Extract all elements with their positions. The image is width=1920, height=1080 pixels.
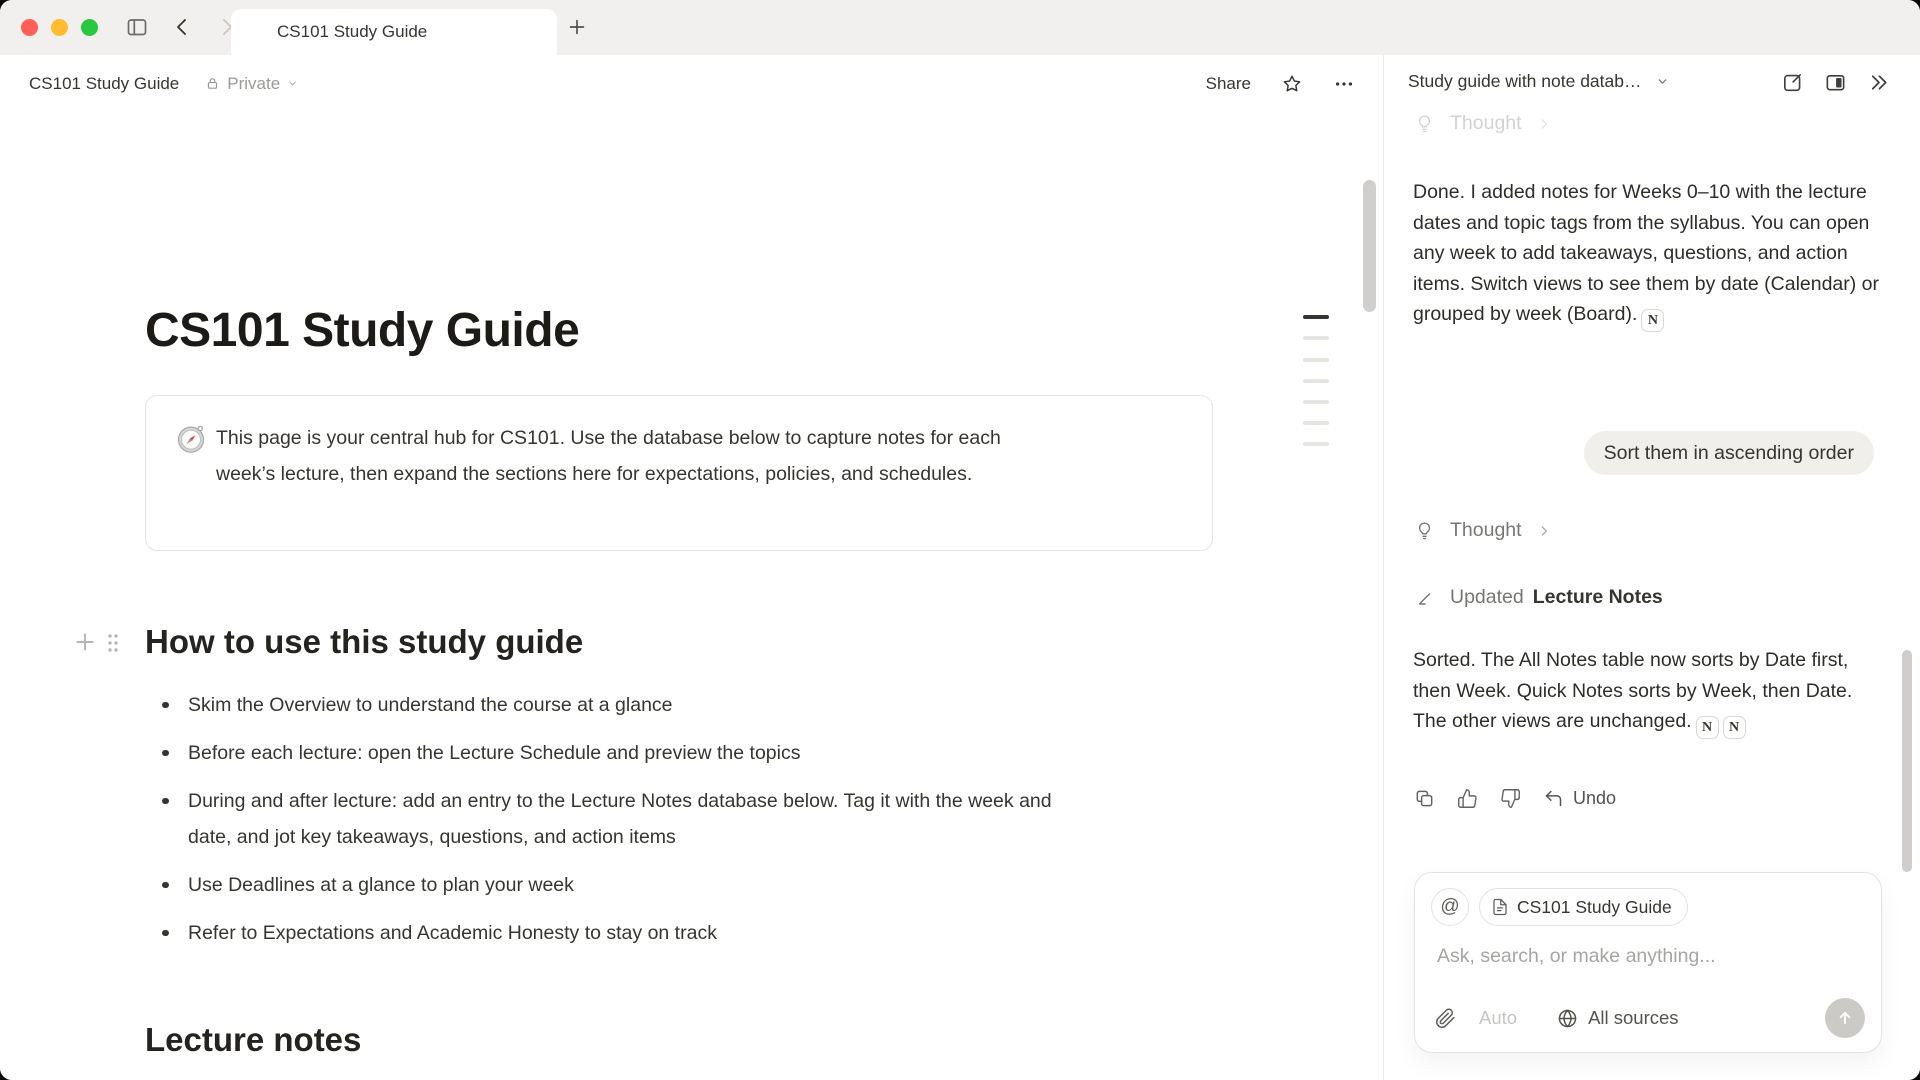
- sources-selector[interactable]: All sources: [1557, 1007, 1678, 1029]
- arrow-up-icon: [1835, 1008, 1855, 1028]
- list-item: Skim the Overview to understand the cour…: [160, 687, 1060, 723]
- thumbs-up-icon[interactable]: [1457, 788, 1478, 809]
- list-item: Refer to Expectations and Academic Hones…: [160, 915, 1060, 951]
- thought-label: Thought: [1450, 112, 1522, 135]
- outline-dash[interactable]: [1303, 400, 1329, 404]
- tab-title: CS101 Study Guide: [277, 22, 427, 42]
- thought-row[interactable]: Thought: [1414, 112, 1551, 135]
- assistant-message: Sorted. The All Notes table now sorts by…: [1413, 645, 1887, 739]
- section-heading-lecture-notes: Lecture notes: [145, 1018, 361, 1062]
- compass-icon[interactable]: [176, 424, 206, 454]
- send-button[interactable]: [1825, 998, 1865, 1038]
- callout-block: This page is your central hub for CS101.…: [145, 395, 1213, 551]
- copy-icon[interactable]: [1414, 788, 1435, 809]
- globe-icon: [1557, 1008, 1578, 1029]
- drag-handle-icon[interactable]: [105, 632, 121, 654]
- page-icon: [1491, 898, 1509, 916]
- sidebar-scrollbar[interactable]: [1902, 650, 1912, 872]
- sources-label: All sources: [1588, 1007, 1678, 1029]
- tab-bar: CS101 Study Guide: [0, 0, 1920, 55]
- traffic-lights: [21, 19, 98, 36]
- list-item: Use Deadlines at a glance to plan your w…: [160, 867, 1060, 903]
- model-auto-selector[interactable]: Auto: [1479, 1007, 1517, 1029]
- privacy-selector[interactable]: Private: [205, 74, 298, 94]
- more-options-icon[interactable]: [1333, 73, 1355, 95]
- outline-dash[interactable]: [1303, 336, 1329, 340]
- active-tab[interactable]: CS101 Study Guide: [231, 9, 557, 55]
- add-block-button[interactable]: [72, 629, 98, 655]
- main-panel: CS101 Study Guide Private Share: [0, 55, 1383, 1080]
- ai-sidebar: Study guide with note datab…: [1384, 55, 1920, 1080]
- lightbulb-icon: [1414, 113, 1435, 134]
- undo-label: Undo: [1573, 788, 1616, 809]
- context-chip-label: CS101 Study Guide: [1517, 897, 1672, 918]
- chevron-right-icon: [1537, 117, 1551, 131]
- thumbs-down-icon[interactable]: [1500, 788, 1521, 809]
- user-message-bubble: Sort them in ascending order: [1584, 431, 1874, 475]
- message-actions: Undo: [1414, 788, 1616, 809]
- ai-thread-title: Study guide with note datab…: [1408, 71, 1642, 92]
- composer-input[interactable]: Ask, search, or make anything...: [1437, 945, 1716, 968]
- bullet-list: Skim the Overview to understand the cour…: [160, 687, 1060, 963]
- privacy-label: Private: [227, 74, 280, 94]
- main-scrollbar[interactable]: [1363, 180, 1376, 312]
- outline-dash[interactable]: [1303, 442, 1329, 446]
- ai-thread-selector[interactable]: Study guide with note datab…: [1408, 71, 1669, 92]
- toggle-right-panel-icon[interactable]: [1824, 71, 1847, 94]
- section-heading-how-to: How to use this study guide: [145, 620, 583, 664]
- list-item: During and after lecture: add an entry t…: [160, 783, 1060, 855]
- favorite-star-icon[interactable]: [1281, 73, 1303, 95]
- close-window-button[interactable]: [21, 19, 38, 36]
- chevron-down-icon: [1656, 75, 1669, 88]
- updated-row[interactable]: Updated Lecture Notes: [1415, 586, 1663, 609]
- notion-page-badge-icon[interactable]: N: [1723, 716, 1746, 739]
- thought-row[interactable]: Thought: [1414, 519, 1551, 542]
- notion-page-badge-icon[interactable]: N: [1641, 309, 1664, 332]
- minimize-window-button[interactable]: [51, 19, 68, 36]
- callout-text: This page is your central hub for CS101.…: [216, 420, 1061, 492]
- ai-sidebar-header: Study guide with note datab…: [1384, 55, 1920, 112]
- updated-page-link[interactable]: Lecture Notes: [1533, 586, 1663, 609]
- chevron-right-icon: [1537, 524, 1551, 538]
- lightbulb-icon: [1414, 520, 1435, 541]
- undo-button[interactable]: Undo: [1543, 788, 1616, 809]
- app-window: CS101 Study Guide CS101 Study Guide Priv…: [0, 0, 1920, 1080]
- context-chip[interactable]: CS101 Study Guide: [1479, 888, 1688, 926]
- chevron-down-icon: [287, 78, 298, 89]
- back-button[interactable]: [170, 15, 194, 39]
- ai-composer: @ CS101 Study Guide Ask, search, or make…: [1414, 872, 1882, 1053]
- page-title: CS101 Study Guide: [145, 302, 579, 360]
- attachment-icon[interactable]: [1435, 1008, 1456, 1029]
- collapse-sidebar-icon[interactable]: [1867, 71, 1890, 94]
- outline-dash[interactable]: [1303, 358, 1329, 362]
- toggle-sidebar-icon[interactable]: [125, 15, 149, 39]
- thought-label: Thought: [1450, 519, 1522, 542]
- mention-button[interactable]: @: [1431, 888, 1469, 926]
- assistant-message: Done. I added notes for Weeks 0–10 with …: [1413, 177, 1887, 332]
- updated-label: Updated: [1450, 586, 1524, 609]
- list-item: Before each lecture: open the Lecture Sc…: [160, 735, 1060, 771]
- outline-dash[interactable]: [1303, 379, 1329, 383]
- share-button[interactable]: Share: [1206, 74, 1251, 94]
- new-tab-button[interactable]: [566, 16, 588, 38]
- breadcrumb[interactable]: CS101 Study Guide: [29, 74, 179, 94]
- new-chat-icon[interactable]: [1781, 71, 1804, 94]
- pencil-edit-icon: [1415, 588, 1435, 608]
- page-header: CS101 Study Guide Private Share: [0, 55, 1383, 112]
- undo-arrow-icon: [1543, 788, 1564, 809]
- outline-dash[interactable]: [1303, 315, 1329, 319]
- notion-page-badge-icon[interactable]: N: [1696, 716, 1719, 739]
- outline-dash[interactable]: [1303, 421, 1329, 425]
- zoom-window-button[interactable]: [81, 19, 98, 36]
- lock-icon: [205, 76, 220, 91]
